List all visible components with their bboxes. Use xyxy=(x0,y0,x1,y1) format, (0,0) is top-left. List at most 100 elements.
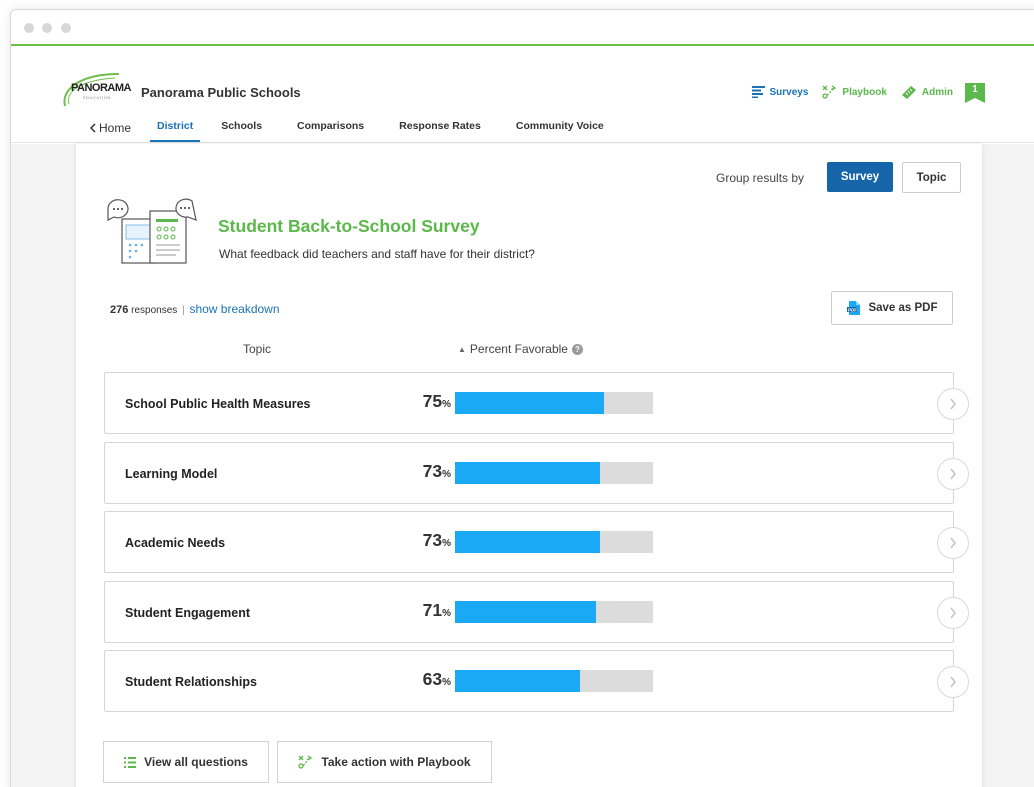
row-expand-button[interactable] xyxy=(937,527,969,559)
save-pdf-button[interactable]: PDF Save as PDF xyxy=(831,291,953,325)
percent-number: 73 xyxy=(422,461,443,481)
topic-name: Student Engagement xyxy=(125,606,251,620)
save-pdf-label: Save as PDF xyxy=(868,302,938,314)
percent-bar-fill xyxy=(455,392,604,414)
percent-favorable-value: 63% xyxy=(395,669,451,690)
pdf-file-icon: PDF xyxy=(847,301,861,315)
nav-surveys-label: Surveys xyxy=(769,86,809,98)
survey-illustration-icon xyxy=(106,197,204,269)
top-nav: Surveys Playbook Admin xyxy=(738,85,990,99)
topic-name: Learning Model xyxy=(125,467,218,481)
logo-text: PANORAMA xyxy=(71,82,131,94)
group-results-label: Group results by xyxy=(716,171,805,185)
nav-playbook[interactable]: Playbook xyxy=(822,85,887,99)
chevron-right-icon xyxy=(950,676,956,688)
playbook-icon xyxy=(298,755,313,769)
group-by-topic-button[interactable]: Topic xyxy=(902,162,961,193)
window-maximize-dot[interactable] xyxy=(61,23,71,33)
panorama-logo[interactable]: PANORAMA EDUCATION xyxy=(59,70,131,114)
percent-sign: % xyxy=(442,399,451,410)
tab-community-voice[interactable]: Community Voice xyxy=(516,120,604,142)
percent-bar-fill xyxy=(455,670,580,692)
responses-separator: | xyxy=(182,305,185,316)
chevron-right-icon xyxy=(950,537,956,549)
percent-number: 73 xyxy=(422,530,443,550)
window-minimize-dot[interactable] xyxy=(42,23,52,33)
survey-title: Student Back-to-School Survey xyxy=(218,216,480,236)
row-expand-button[interactable] xyxy=(937,458,969,490)
column-header-percent-label: Percent Favorable xyxy=(469,342,568,356)
topic-name: Academic Needs xyxy=(125,536,226,550)
svg-text:PDF: PDF xyxy=(848,307,857,312)
tab-response-rates[interactable]: Response Rates xyxy=(399,120,481,142)
chevron-left-icon xyxy=(89,122,96,133)
notification-flag[interactable]: 1 xyxy=(965,83,985,103)
percent-number: 63 xyxy=(422,669,443,689)
browser-window: PANORAMA EDUCATION Panorama Public Schoo… xyxy=(10,9,1034,787)
percent-favorable-value: 73% xyxy=(395,530,451,551)
sort-icon: ▲︎ xyxy=(458,344,466,354)
topic-row[interactable]: Student Relationships 63% xyxy=(104,650,969,712)
logo-subtext: EDUCATION xyxy=(83,95,111,100)
list-icon xyxy=(124,756,137,768)
percent-favorable-value: 75% xyxy=(395,391,451,412)
window-close-dot[interactable] xyxy=(24,23,34,33)
nav-admin-label: Admin xyxy=(921,86,953,98)
chevron-right-icon xyxy=(950,468,956,480)
app-header: PANORAMA EDUCATION Panorama Public Schoo… xyxy=(11,47,1034,143)
nav-surveys[interactable]: Surveys xyxy=(751,86,809,98)
nav-playbook-label: Playbook xyxy=(842,86,887,98)
show-breakdown-link[interactable]: show breakdown xyxy=(189,302,279,316)
admin-ruler-icon xyxy=(901,86,916,99)
topic-row[interactable]: Student Engagement 71% xyxy=(104,581,969,643)
take-action-playbook-button[interactable]: Take action with Playbook xyxy=(277,741,492,783)
topic-name: Student Relationships xyxy=(125,675,257,689)
column-header-topic: Topic xyxy=(243,342,272,356)
percent-bar-fill xyxy=(455,601,596,623)
percent-number: 75 xyxy=(422,391,443,411)
chevron-right-icon xyxy=(950,607,956,619)
percent-bar-fill xyxy=(455,531,600,553)
nav-admin[interactable]: Admin xyxy=(901,85,953,99)
percent-favorable-value: 71% xyxy=(395,600,451,621)
sub-nav: Home District Schools Comparisons Respon… xyxy=(89,120,639,142)
tab-district[interactable]: District xyxy=(150,120,201,142)
tab-home[interactable]: Home xyxy=(89,119,131,142)
percent-sign: % xyxy=(442,469,451,480)
surveys-list-icon xyxy=(751,86,765,98)
percent-bar-fill xyxy=(455,462,600,484)
column-header-percent[interactable]: ▲︎ Percent Favorable ? xyxy=(458,342,583,356)
tab-comparisons[interactable]: Comparisons xyxy=(297,120,364,142)
survey-subtitle: What feedback did teachers and staff hav… xyxy=(219,247,535,261)
help-icon[interactable]: ? xyxy=(571,343,583,355)
percent-sign: % xyxy=(442,677,451,688)
take-action-label: Take action with Playbook xyxy=(321,755,471,769)
responses-label: responses xyxy=(131,305,178,316)
window-titlebar xyxy=(11,10,1034,46)
view-all-questions-button[interactable]: View all questions xyxy=(103,741,269,783)
topic-row[interactable]: School Public Health Measures 75% xyxy=(104,372,969,434)
row-expand-button[interactable] xyxy=(937,388,969,420)
percent-bar xyxy=(455,531,653,553)
percent-sign: % xyxy=(442,608,451,619)
responses-summary: 276 responses | show breakdown xyxy=(110,302,280,316)
results-card: Group results by Survey Topic Student Ba… xyxy=(76,144,982,787)
responses-count: 276 xyxy=(110,304,129,316)
flag-count: 1 xyxy=(972,84,978,95)
tab-home-label: Home xyxy=(99,120,132,135)
percent-number: 71 xyxy=(422,600,443,620)
percent-bar xyxy=(455,392,653,414)
topic-row[interactable]: Learning Model 73% xyxy=(104,442,969,504)
row-expand-button[interactable] xyxy=(937,666,969,698)
percent-sign: % xyxy=(442,538,451,549)
playbook-icon xyxy=(822,85,837,99)
percent-favorable-value: 73% xyxy=(395,461,451,482)
percent-bar xyxy=(455,601,653,623)
percent-bar xyxy=(455,670,653,692)
topic-row[interactable]: Academic Needs 73% xyxy=(104,511,969,573)
row-expand-button[interactable] xyxy=(937,597,969,629)
topic-name: School Public Health Measures xyxy=(125,397,311,411)
group-by-survey-button[interactable]: Survey xyxy=(827,162,893,192)
tab-schools[interactable]: Schools xyxy=(221,120,262,142)
district-name: Panorama Public Schools xyxy=(141,85,301,100)
